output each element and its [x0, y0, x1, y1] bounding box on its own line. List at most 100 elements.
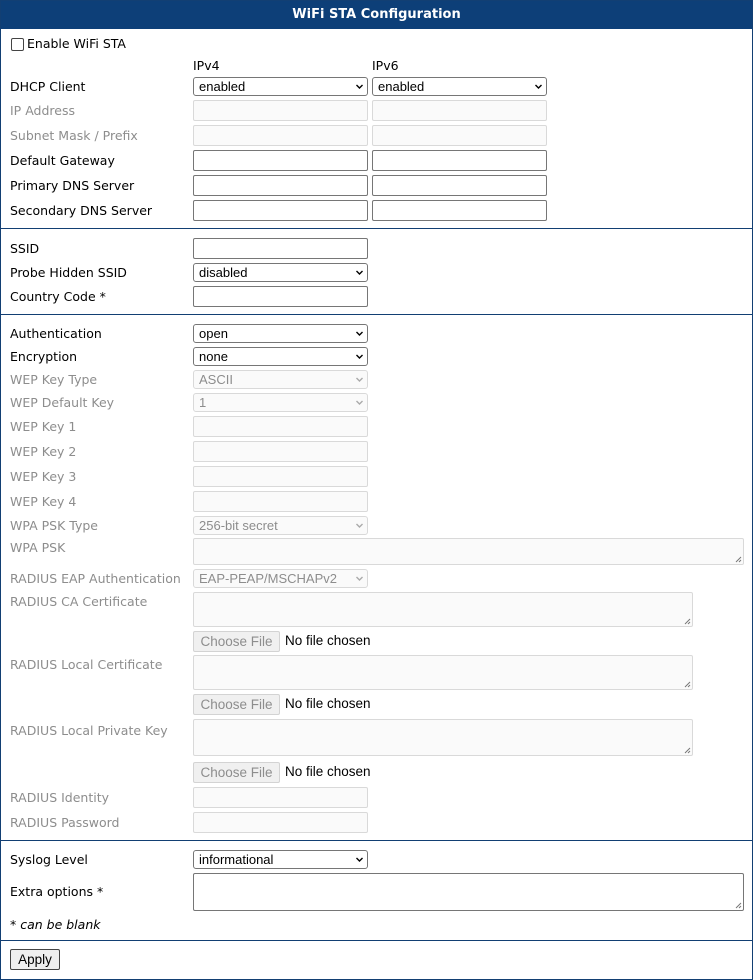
wpa-psk-type-select: 256-bit secret: [193, 516, 368, 535]
radius-ca-cert-choose-file-button: Choose File: [193, 631, 280, 652]
radius-local-cert-file-status: No file chosen: [285, 696, 371, 711]
wpa-psk-type-label: WPA PSK Type: [10, 518, 98, 533]
dhcp-client-label: DHCP Client: [10, 79, 86, 94]
resize-grip-icon: [683, 680, 691, 688]
wep-key-4-input: [193, 491, 368, 512]
resize-grip-icon: [734, 555, 742, 563]
wep-default-key-select: 1: [193, 393, 368, 412]
ssid-label: SSID: [10, 241, 40, 256]
subnet-prefix-ipv6-input: [372, 125, 547, 146]
ip-address-ipv6-input: [372, 100, 547, 121]
wep-key-4-label: WEP Key 4: [10, 494, 77, 509]
wep-default-key-label: WEP Default Key: [10, 395, 115, 410]
dhcp-client-ipv6-select[interactable]: enabled: [372, 77, 547, 96]
default-gateway-ipv4-input[interactable]: [193, 150, 368, 171]
wep-key-2-input: [193, 441, 368, 462]
section-divider: [1, 940, 752, 941]
ipv6-column-header: IPv6: [372, 58, 399, 73]
radius-eap-auth-value: EAP-PEAP/MSCHAPv2: [199, 571, 337, 586]
authentication-value: open: [199, 326, 228, 341]
probe-hidden-ssid-value: disabled: [199, 265, 248, 280]
country-code-input[interactable]: [193, 286, 368, 307]
primary-dns-ipv4-input[interactable]: [193, 175, 368, 196]
secondary-dns-ipv6-input[interactable]: [372, 200, 547, 221]
probe-hidden-ssid-label: Probe Hidden SSID: [10, 265, 127, 280]
encryption-select[interactable]: none: [193, 347, 368, 366]
syslog-level-value: informational: [199, 852, 274, 867]
radius-local-cert-label: RADIUS Local Certificate: [10, 657, 163, 672]
secondary-dns-ipv4-input[interactable]: [193, 200, 368, 221]
apply-button[interactable]: Apply: [10, 949, 60, 970]
chevron-down-icon: [535, 83, 542, 90]
default-gateway-ipv6-input[interactable]: [372, 150, 547, 171]
ssid-input[interactable]: [193, 238, 368, 259]
wpa-psk-label: WPA PSK: [10, 540, 66, 555]
probe-hidden-ssid-select[interactable]: disabled: [193, 263, 368, 282]
radius-ca-cert-label: RADIUS CA Certificate: [10, 594, 148, 609]
secondary-dns-label: Secondary DNS Server: [10, 203, 153, 218]
panel-title: WiFi STA Configuration: [1, 1, 752, 29]
section-divider: [1, 314, 752, 315]
wpa-psk-textarea: [193, 538, 744, 565]
radius-local-key-textarea: [193, 719, 693, 756]
wep-key-2-label: WEP Key 2: [10, 444, 77, 459]
chevron-down-icon: [356, 399, 363, 406]
encryption-value: none: [199, 349, 228, 364]
ip-address-label: IP Address: [10, 103, 75, 118]
chevron-down-icon: [356, 353, 363, 360]
dhcp-client-ipv4-value: enabled: [199, 79, 246, 94]
radius-local-cert-textarea: [193, 655, 693, 690]
country-code-label: Country Code *: [10, 289, 106, 304]
syslog-level-select[interactable]: informational: [193, 850, 368, 869]
chevron-down-icon: [356, 330, 363, 337]
subnet-mask-label: Subnet Mask / Prefix: [10, 128, 138, 143]
radius-eap-auth-select: EAP-PEAP/MSCHAPv2: [193, 569, 368, 588]
radius-ca-cert-textarea: [193, 592, 693, 627]
resize-grip-icon: [683, 746, 691, 754]
wep-key-3-input: [193, 466, 368, 487]
wep-key-type-value: ASCII: [199, 372, 233, 387]
wep-key-1-input: [193, 416, 368, 437]
chevron-down-icon: [356, 83, 363, 90]
radius-local-key-file-status: No file chosen: [285, 764, 371, 779]
extra-options-label: Extra options *: [10, 884, 104, 899]
primary-dns-ipv6-input[interactable]: [372, 175, 547, 196]
primary-dns-label: Primary DNS Server: [10, 178, 135, 193]
ipv4-column-header: IPv4: [193, 58, 220, 73]
chevron-down-icon: [356, 856, 363, 863]
radius-eap-auth-label: RADIUS EAP Authentication: [10, 571, 181, 586]
radius-password-input: [193, 812, 368, 833]
radius-identity-label: RADIUS Identity: [10, 790, 110, 805]
chevron-down-icon: [356, 269, 363, 276]
dhcp-client-ipv6-value: enabled: [378, 79, 425, 94]
radius-password-label: RADIUS Password: [10, 815, 120, 830]
syslog-level-label: Syslog Level: [10, 852, 88, 867]
encryption-label: Encryption: [10, 349, 78, 364]
resize-grip-icon: [734, 901, 742, 909]
radius-local-key-choose-file-button: Choose File: [193, 762, 280, 783]
authentication-label: Authentication: [10, 326, 102, 341]
blank-note: * can be blank: [10, 917, 101, 932]
radius-local-cert-choose-file-button: Choose File: [193, 694, 280, 715]
radius-ca-cert-file-status: No file chosen: [285, 633, 371, 648]
radius-local-key-label: RADIUS Local Private Key: [10, 723, 168, 738]
enable-wifi-sta-label: Enable WiFi STA: [27, 36, 126, 51]
dhcp-client-ipv4-select[interactable]: enabled: [193, 77, 368, 96]
wep-key-1-label: WEP Key 1: [10, 419, 77, 434]
wep-key-type-select: ASCII: [193, 370, 368, 389]
subnet-mask-ipv4-input: [193, 125, 368, 146]
wep-default-key-value: 1: [199, 395, 207, 410]
extra-options-textarea[interactable]: [193, 873, 744, 911]
default-gateway-label: Default Gateway: [10, 153, 115, 168]
wep-key-type-label: WEP Key Type: [10, 372, 98, 387]
chevron-down-icon: [356, 575, 363, 582]
authentication-select[interactable]: open: [193, 324, 368, 343]
section-divider: [1, 228, 752, 229]
config-panel: WiFi STA Configuration Enable WiFi STA I…: [0, 0, 753, 980]
chevron-down-icon: [356, 376, 363, 383]
enable-wifi-sta-checkbox[interactable]: [11, 38, 24, 51]
wpa-psk-type-value: 256-bit secret: [199, 518, 278, 533]
ip-address-ipv4-input: [193, 100, 368, 121]
wep-key-3-label: WEP Key 3: [10, 469, 77, 484]
chevron-down-icon: [356, 522, 363, 529]
